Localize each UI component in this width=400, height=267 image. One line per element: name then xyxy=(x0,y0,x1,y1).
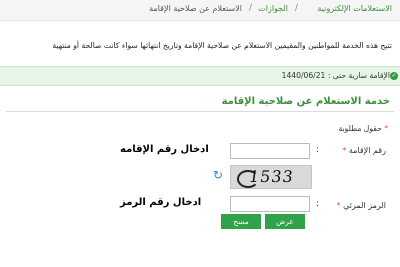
required-star: * xyxy=(336,201,341,210)
service-description: تتيح هذه الخدمة للمواطنين والمقيمين الاس… xyxy=(52,41,392,50)
required-note-text: حقول مطلوبة xyxy=(338,124,382,133)
clear-button[interactable]: مسح xyxy=(221,214,261,229)
breadcrumb-middle[interactable]: الجوازات xyxy=(258,4,288,13)
colon: : xyxy=(316,145,320,155)
captcha-annotation: ادخال رقم الرمز xyxy=(120,197,202,208)
breadcrumb: الاستعلامات الإلكترونية / الجوازات / الا… xyxy=(0,0,400,21)
breadcrumb-current: الاستعلام عن صلاحية الإقامة xyxy=(149,4,242,13)
captcha-text: 1533 xyxy=(247,167,296,186)
required-star: * xyxy=(384,124,388,133)
breadcrumb-separator: / xyxy=(248,3,252,13)
panel-title: خدمة الاستعلام عن صلاحية الإقامة xyxy=(221,96,390,107)
colon: : xyxy=(316,199,320,209)
iqama-number-input[interactable] xyxy=(230,143,310,159)
captcha-image: 1533 xyxy=(230,165,312,189)
divider xyxy=(6,111,394,112)
required-fields-note: * حقول مطلوبة xyxy=(338,124,388,133)
iqama-annotation: ادخال رقم الإقامه xyxy=(120,144,209,155)
breadcrumb-root[interactable]: الاستعلامات الإلكترونية xyxy=(317,4,392,13)
captcha-label-text: الرمز المرئي xyxy=(343,201,386,210)
required-star: * xyxy=(342,146,347,155)
check-circle-icon: ✓ xyxy=(390,72,398,80)
refresh-icon[interactable]: ↻ xyxy=(211,168,225,182)
captcha-label: الرمز المرئي * xyxy=(337,201,386,210)
search-button[interactable]: عرض xyxy=(265,214,305,229)
captcha-input[interactable] xyxy=(230,196,310,212)
iqama-label: رقم الإقامة * xyxy=(342,146,386,155)
result-notice-text: الإقامة سارية حتى : 1440/06/21 xyxy=(281,71,390,80)
result-notice: ✓ الإقامة سارية حتى : 1440/06/21 xyxy=(0,66,400,86)
iqama-label-text: رقم الإقامة xyxy=(348,146,386,155)
breadcrumb-separator: / xyxy=(294,3,298,13)
